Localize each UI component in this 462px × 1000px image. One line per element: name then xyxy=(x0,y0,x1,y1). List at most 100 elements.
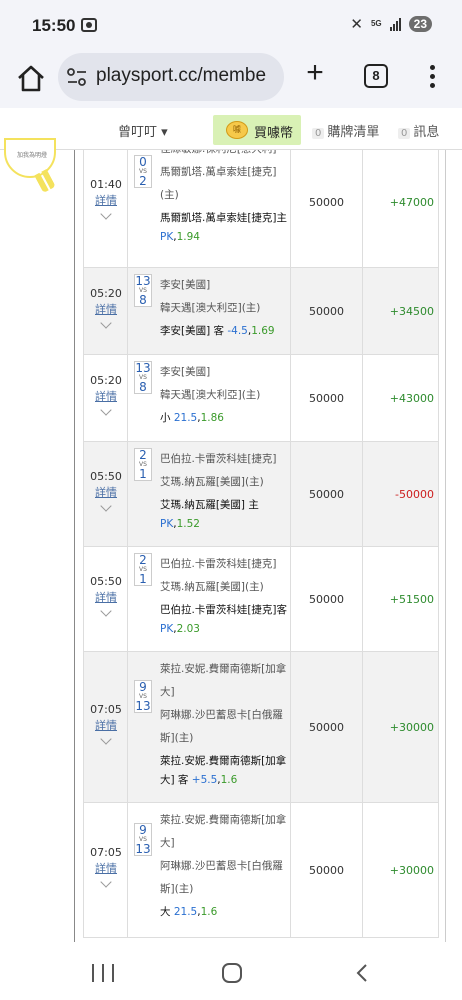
game-cell: 13 VS 8 李安[美國] 韓天遇[澳大利亞](主) 李安[美國] 客 -4.5… xyxy=(128,268,291,354)
status-time: 15:50 xyxy=(32,16,76,35)
new-tab-button[interactable]: + xyxy=(300,58,330,89)
game-cell: 9 VS 13 萊拉.安妮.費爾南德斯[加拿 大] 阿琳娜.沙巴蓄恩卡[白俄羅 斯](… xyxy=(128,652,291,802)
team-line: 艾瑪.納瓦羅[美國](主) xyxy=(160,476,264,488)
buy-coins-button[interactable]: 噱 買噱幣 xyxy=(213,115,301,145)
score-away: 13 xyxy=(135,361,151,375)
tab-switcher-button[interactable]: 8 xyxy=(364,64,388,88)
team-line: 阿琳娜.沙巴蓄恩卡[白俄羅 xyxy=(160,709,283,721)
game-time: 07:05 xyxy=(90,845,122,859)
system-home-button[interactable] xyxy=(222,963,242,983)
teams: 巴伯拉.卡雷茨科娃[捷克] 艾瑪.納瓦羅[美國](主) 巴伯拉.卡雷茨科娃[捷克]… xyxy=(160,553,288,639)
score-home: 8 xyxy=(139,293,147,307)
game-time: 01:40 xyxy=(90,178,122,191)
detail-link[interactable]: 詳情 xyxy=(84,590,128,606)
address-bar[interactable]: playsport.cc/membe xyxy=(58,53,284,101)
table-row: 07:05 詳情 9 VS 13 萊拉.安妮.費爾南德斯[加拿 大] 阿琳娜.沙巴蓄… xyxy=(83,803,439,938)
time-cell: 01:40 詳情 xyxy=(84,150,128,267)
home-button[interactable] xyxy=(14,62,48,96)
site-nav: 曾叮叮 ▾ 噱 買噱幣 0 購牌清單 0 訊息 xyxy=(0,108,462,150)
purchase-list-link[interactable]: 0 購牌清單 xyxy=(312,121,379,140)
pick: 萊拉.安妮.費爾南德斯[加拿大] 客 +5.5,1.6 xyxy=(160,755,287,786)
pick-odds: PK xyxy=(160,231,174,243)
browser-toolbar: playsport.cc/membe + 8 xyxy=(0,50,462,108)
table-row: 07:05 詳情 9 VS 13 萊拉.安妮.費爾南德斯[加拿 大] 阿琳娜.沙巴蓄… xyxy=(83,652,439,803)
team-line: 阿琳娜.沙巴蓄恩卡[白俄羅 xyxy=(160,860,283,872)
score-away: 13 xyxy=(135,274,151,288)
time-cell: 07:05 詳情 xyxy=(84,803,128,937)
table-row: 05:20 詳情 13 VS 8 李安[美國] 韓天遇[澳大利亞](主) 小 21… xyxy=(83,355,439,442)
amount-cell: 50000 xyxy=(291,268,363,354)
table-row: 05:50 詳情 2 VS 1 巴伯拉.卡雷茨科娃[捷克] 艾瑪.納瓦羅[美國](… xyxy=(83,442,439,547)
status-icons: ✕ 5G 23 xyxy=(350,15,432,33)
result: +30000 xyxy=(389,720,434,734)
score-away: 9 xyxy=(139,822,147,837)
pick-text: 小 xyxy=(160,412,171,424)
team-line: 巴伯拉.卡雷茨科娃[捷克] xyxy=(160,558,277,570)
score-box: 2 VS 1 xyxy=(134,553,152,586)
amount-cell: 50000 xyxy=(291,442,363,546)
chevron-down-icon[interactable] xyxy=(100,499,112,512)
game-cell: 2 VS 1 巴伯拉.卡雷茨科娃[捷克] 艾瑪.納瓦羅[美國](主) 巴伯拉.卡雷… xyxy=(128,547,291,651)
score-box: 9 VS 13 xyxy=(134,822,152,856)
pick-price: 1.6 xyxy=(200,906,218,918)
team-line: 萊拉.安妮.費爾南德斯[加拿 xyxy=(160,663,287,675)
detail-link[interactable]: 詳情 xyxy=(84,485,128,501)
score-box: 13 VS 8 xyxy=(134,274,152,307)
table-row: 05:50 詳情 2 VS 1 巴伯拉.卡雷茨科娃[捷克] 艾瑪.納瓦羅[美國](… xyxy=(83,547,439,652)
result: +47000 xyxy=(389,196,434,209)
home-icon xyxy=(18,65,44,92)
team-line: (主) xyxy=(160,189,179,201)
recent-apps-button[interactable] xyxy=(92,964,114,982)
chevron-down-icon[interactable] xyxy=(100,403,112,416)
score-home: 13 xyxy=(135,841,151,856)
pick: 小 21.5,1.86 xyxy=(160,412,224,424)
amount: 50000 xyxy=(309,196,344,209)
pick-odds: 21.5 xyxy=(173,906,198,918)
pick-odds: PK xyxy=(160,623,174,635)
detail-link[interactable]: 詳情 xyxy=(84,861,128,877)
pick-text: 大 xyxy=(160,906,171,918)
table-row: 01:40 詳情 0 VS 2 佳絲敏娜.保利尼[意大利] 馬爾凱塔.萬卓索娃[捷… xyxy=(83,150,439,268)
time-cell: 07:05 詳情 xyxy=(84,652,128,802)
network-label: 5G xyxy=(370,19,382,28)
detail-link[interactable]: 詳情 xyxy=(84,389,128,405)
chevron-down-icon[interactable] xyxy=(100,604,112,617)
chevron-down-icon[interactable] xyxy=(100,316,112,329)
time-cell: 05:20 詳情 xyxy=(84,355,128,441)
detail-link[interactable]: 詳情 xyxy=(84,302,128,318)
pick-text: 李安[美國] 客 xyxy=(160,325,225,337)
score-box: 9 VS 13 xyxy=(134,679,152,713)
result: +43000 xyxy=(389,391,434,405)
team-line: 斯](主) xyxy=(160,732,194,744)
time-cell: 05:20 詳情 xyxy=(84,268,128,354)
cart-count: 0 xyxy=(312,128,325,139)
system-nav-bar xyxy=(0,942,462,1000)
amount-cell: 50000 xyxy=(291,652,363,802)
detail-link[interactable]: 詳情 xyxy=(84,718,128,734)
team-line: 斯](主) xyxy=(160,883,194,895)
detail-link[interactable]: 詳情 xyxy=(84,193,128,209)
team-line: 韓天遇[澳大利亞](主) xyxy=(160,389,261,401)
amount: 50000 xyxy=(309,487,344,501)
result-cell: +47000 xyxy=(363,150,440,267)
back-button[interactable] xyxy=(352,962,374,984)
messages-link[interactable]: 0 訊息 xyxy=(398,121,439,140)
team-line: 佳絲敏娜.保利尼[意大利] xyxy=(160,150,288,161)
chevron-down-icon[interactable] xyxy=(100,208,112,220)
more-menu-button[interactable] xyxy=(422,62,442,90)
user-menu[interactable]: 曾叮叮 ▾ xyxy=(118,121,168,140)
time-cell: 05:50 詳情 xyxy=(84,547,128,651)
chevron-down-icon[interactable] xyxy=(100,875,112,888)
team-line: 萊拉.安妮.費爾南德斯[加拿 xyxy=(160,814,287,826)
game-cell: 13 VS 8 李安[美國] 韓天遇[澳大利亞](主) 小 21.5,1.86 xyxy=(128,355,291,441)
site-settings-icon[interactable] xyxy=(66,67,88,87)
result: +30000 xyxy=(389,863,434,877)
score-box: 0 VS 2 xyxy=(134,155,152,188)
follow-bulb-button[interactable]: 加我為明燈 xyxy=(4,138,56,194)
game-time: 05:50 xyxy=(90,469,122,483)
team-line: 馬爾凱塔.萬卓索娃[捷克] xyxy=(160,166,277,178)
chevron-down-icon[interactable] xyxy=(100,732,112,745)
team-line: 大] xyxy=(160,837,175,849)
score-home: 2 xyxy=(139,174,147,188)
pick-price: 1.94 xyxy=(176,231,200,243)
